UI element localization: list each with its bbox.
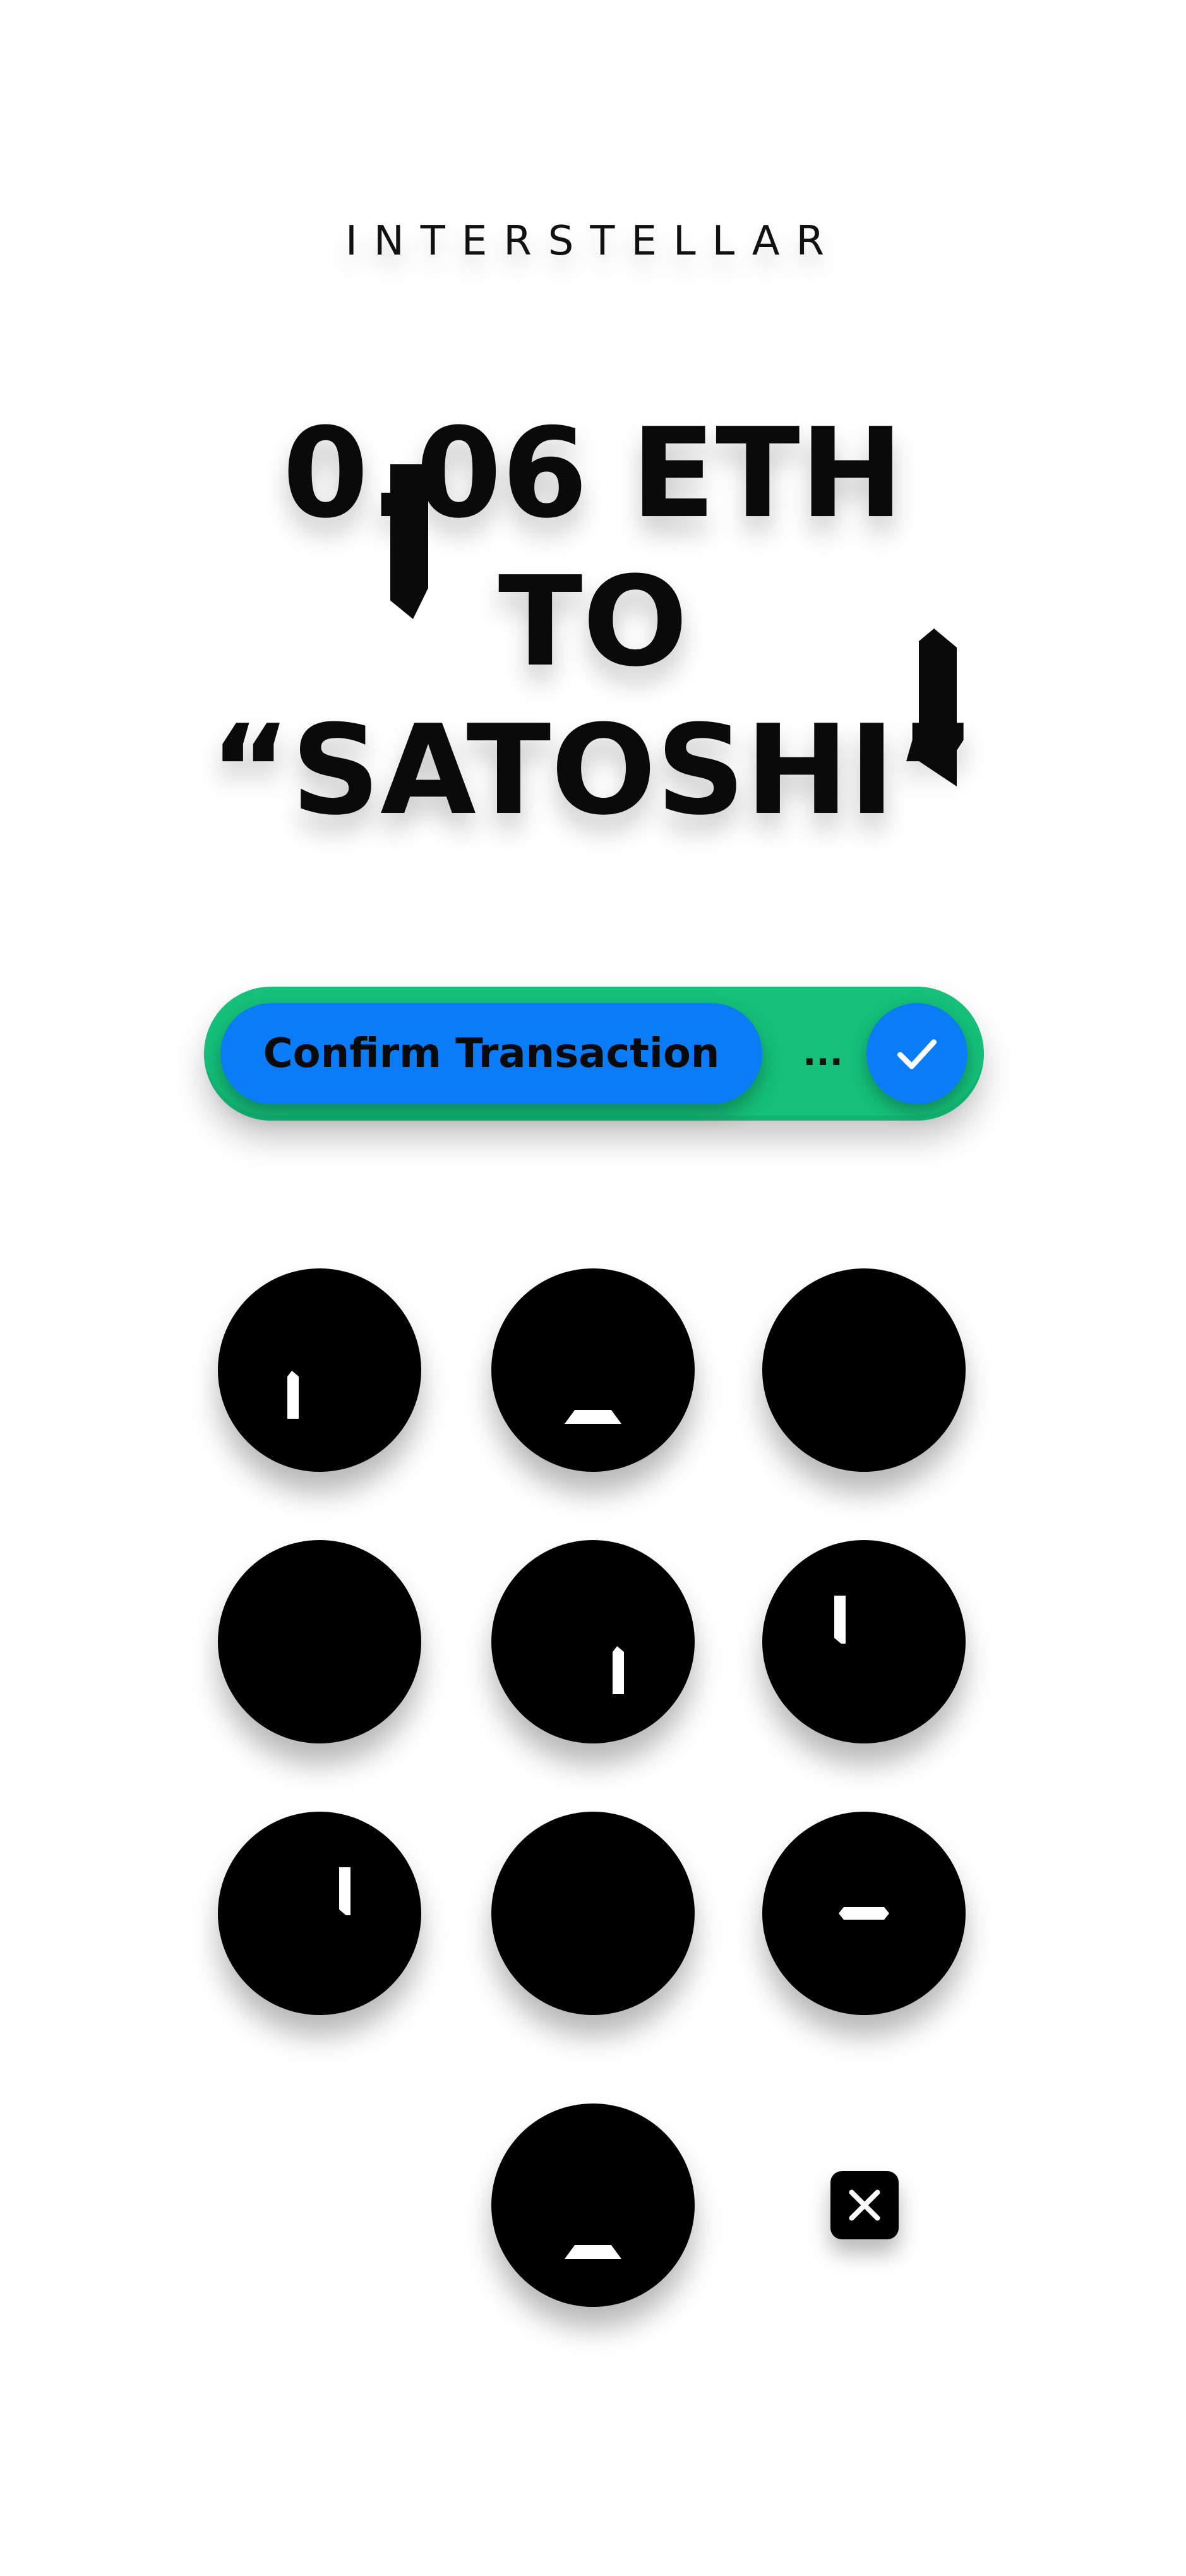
decorative-slash-right — [919, 629, 957, 786]
close-icon — [849, 2189, 880, 2221]
key-5[interactable] — [491, 1540, 695, 1743]
key-9[interactable] — [762, 1812, 966, 2015]
base-stroke-glyph — [565, 2245, 621, 2259]
vertical-stroke-glyph — [613, 1646, 624, 1694]
amount-line: 0.06 ETH — [282, 402, 904, 546]
confirm-transaction-button[interactable]: Confirm Transaction — [220, 1003, 762, 1104]
dash-stroke-glyph — [839, 1907, 889, 1920]
key-8[interactable] — [491, 1812, 695, 2015]
base-stroke-glyph — [565, 1410, 621, 1424]
key-6[interactable] — [762, 1540, 966, 1743]
app-logo: INTERSTELLAR — [345, 218, 841, 265]
vertical-stroke-glyph — [287, 1371, 299, 1419]
slider-progress-dots: ... — [803, 1033, 843, 1074]
vertical-stroke-glyph — [834, 1596, 846, 1644]
key-1[interactable] — [218, 1268, 421, 1472]
key-0[interactable] — [491, 2104, 695, 2307]
check-icon — [897, 1039, 937, 1069]
key-3[interactable] — [762, 1268, 966, 1472]
recipient-name-line: “SATOSHI” — [210, 699, 976, 843]
key-2[interactable] — [491, 1268, 695, 1472]
vertical-stroke-glyph — [339, 1867, 350, 1915]
key-4[interactable] — [218, 1540, 421, 1743]
confirm-slider[interactable]: Confirm Transaction ... — [204, 987, 984, 1121]
decorative-slash-left — [390, 464, 428, 619]
key-7[interactable] — [218, 1812, 421, 2015]
confirm-check-button[interactable] — [866, 1003, 967, 1104]
recipient-prefix-line: TO — [498, 550, 688, 694]
delete-button[interactable] — [830, 2171, 899, 2239]
